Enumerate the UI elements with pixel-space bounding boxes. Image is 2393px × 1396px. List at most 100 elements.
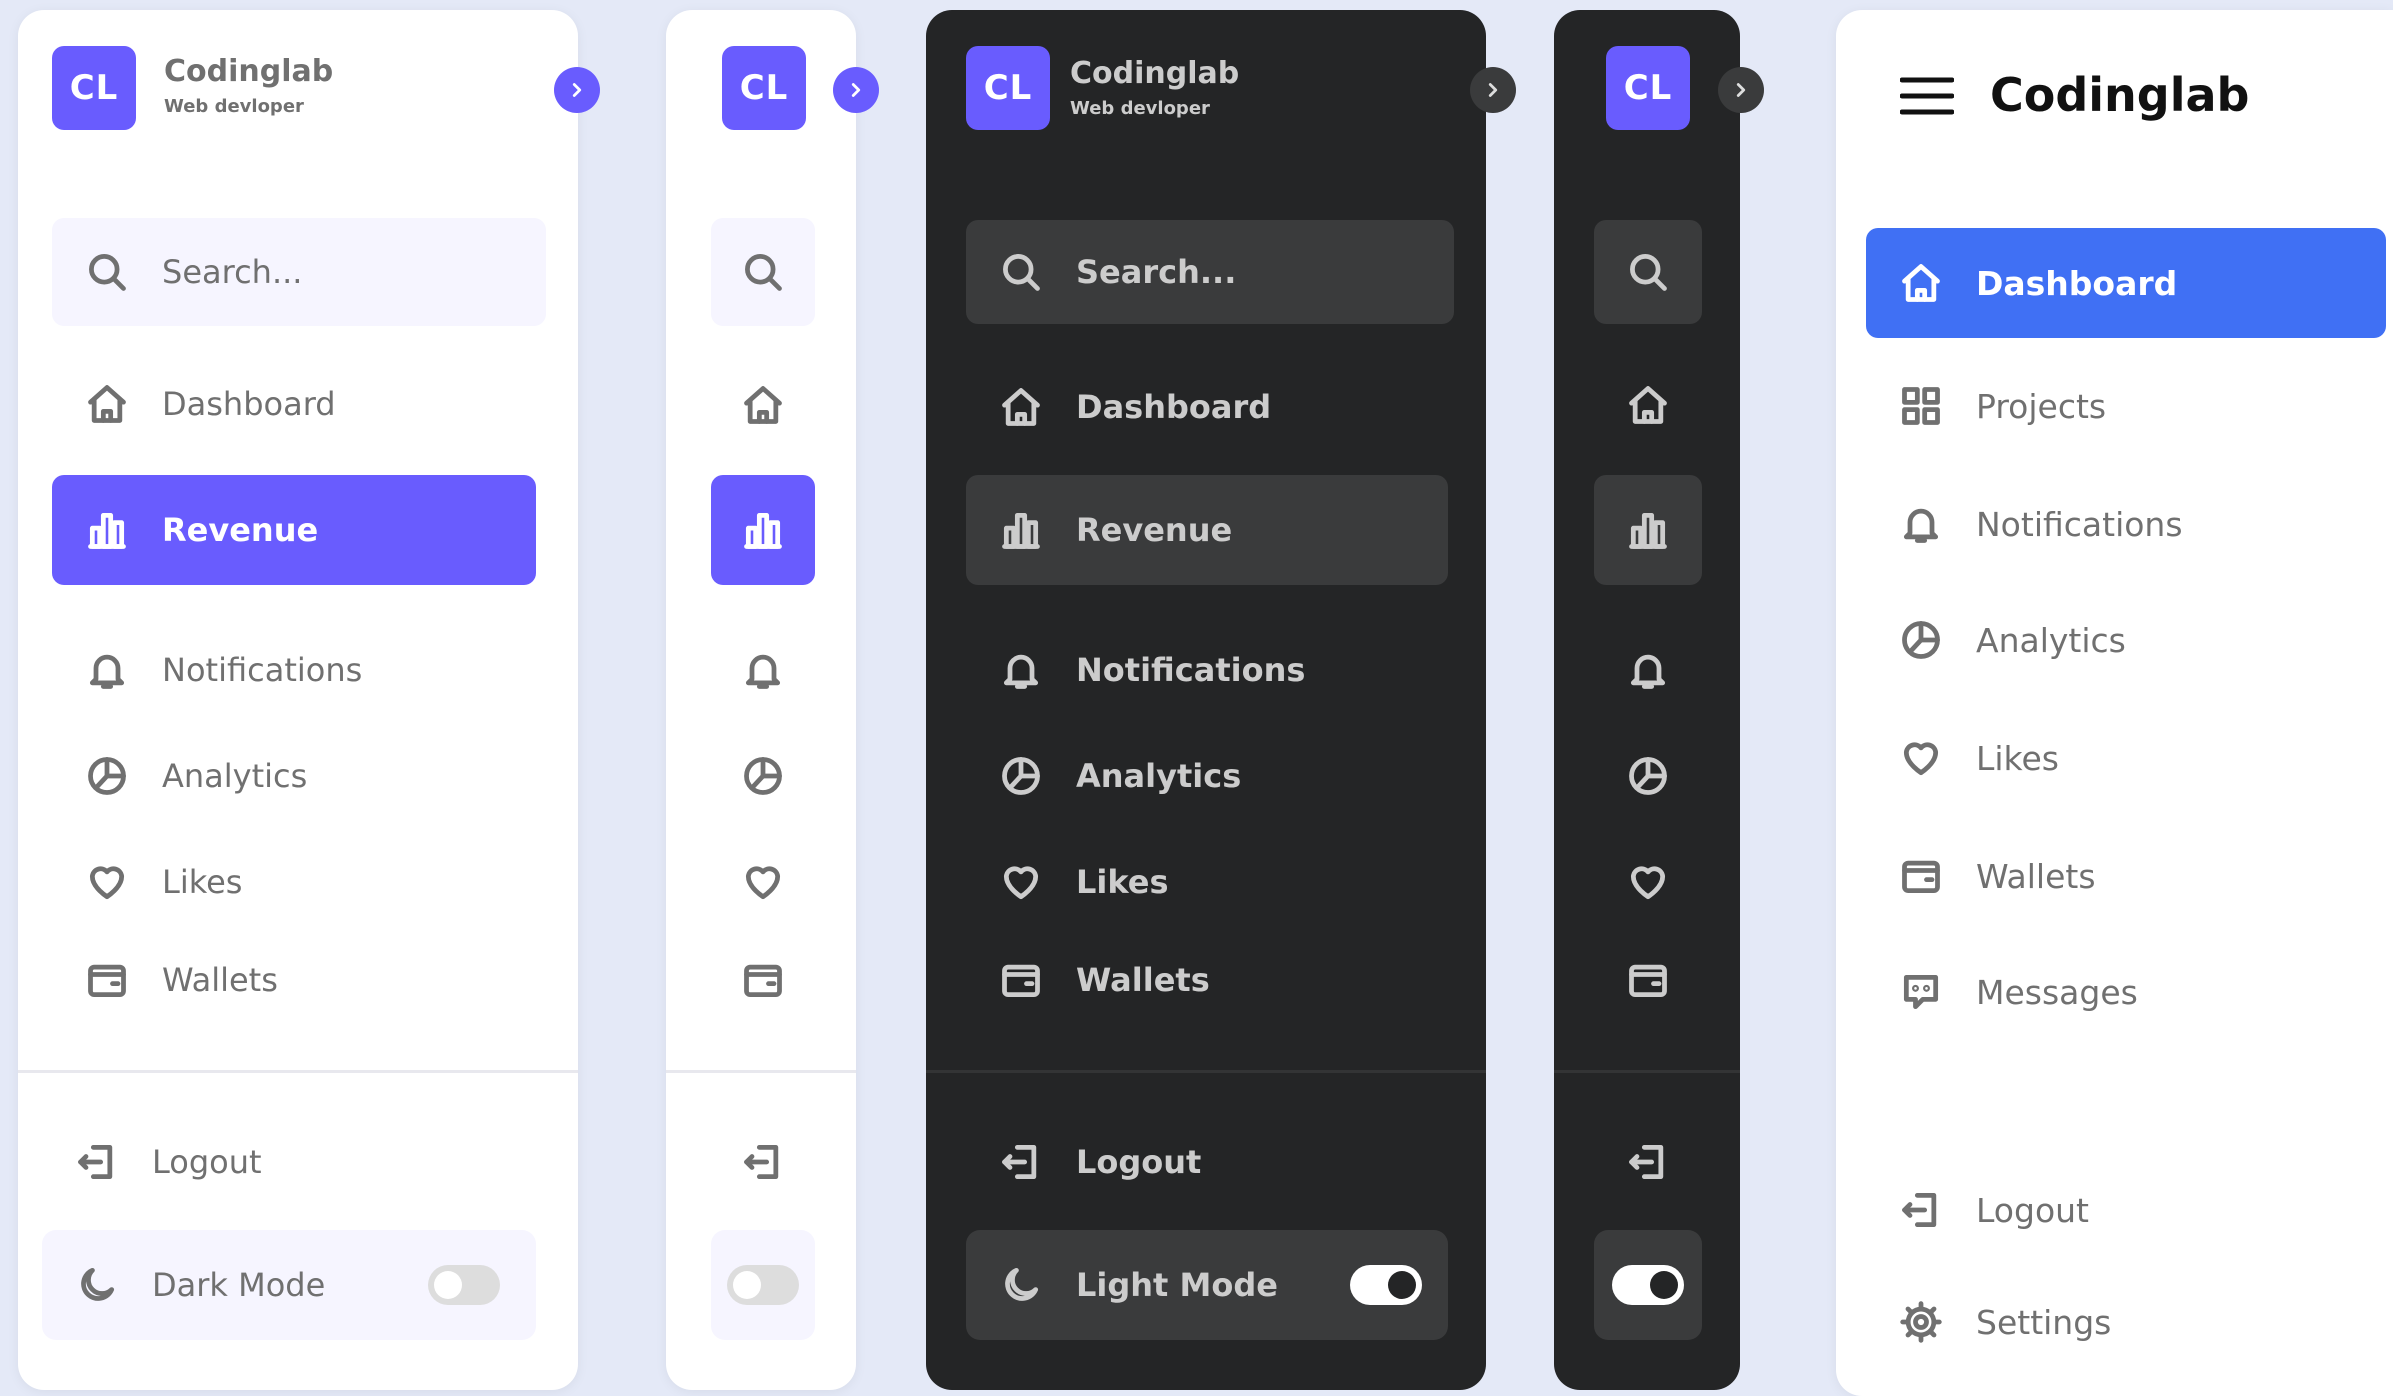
nav-revenue[interactable]: Revenue: [52, 475, 536, 585]
nav-revenue[interactable]: [711, 475, 815, 585]
nav-analytics[interactable]: [1594, 726, 1702, 826]
moon-icon: [42, 1263, 152, 1307]
light-mode-row[interactable]: Light Mode: [966, 1230, 1448, 1340]
light-mode-row[interactable]: [1594, 1230, 1702, 1340]
brand-subtitle: Web devloper: [164, 96, 304, 117]
bell-icon: [711, 648, 815, 692]
search-box[interactable]: [711, 218, 815, 326]
dark-mode-row[interactable]: [711, 1230, 815, 1340]
search-icon: [966, 250, 1076, 294]
brand-logo[interactable]: CL: [966, 46, 1050, 130]
logout-icon: [711, 1140, 815, 1184]
nav-dashboard[interactable]: Dashboard: [1866, 228, 2386, 338]
nav-dashboard[interactable]: [711, 355, 815, 455]
light-mode-toggle[interactable]: [1612, 1265, 1684, 1305]
nav-analytics[interactable]: Analytics: [1866, 590, 2386, 690]
nav-likes-label: Likes: [1976, 738, 2059, 778]
collapse-toggle-button[interactable]: [554, 67, 600, 113]
nav-likes[interactable]: Likes: [1866, 708, 2386, 808]
chevron-right-icon: [1736, 83, 1746, 97]
dark-mode-row[interactable]: Dark Mode: [42, 1230, 536, 1340]
nav-notifications[interactable]: Notifications: [52, 620, 546, 720]
nav-notifications-label: Notifications: [1976, 504, 2183, 544]
nav-wallets[interactable]: [1594, 930, 1702, 1030]
home-icon: [711, 383, 815, 427]
heart-icon: [711, 860, 815, 904]
nav-dashboard[interactable]: [1594, 355, 1702, 455]
nav-notifications[interactable]: [711, 620, 815, 720]
nav-projects[interactable]: Projects: [1866, 356, 2386, 456]
nav-notifications[interactable]: [1594, 620, 1702, 720]
nav-likes-label: Likes: [1076, 863, 1169, 901]
wallet-icon: [966, 958, 1076, 1002]
chevron-right-icon: [1488, 83, 1498, 97]
brand-name: Codinglab: [1070, 56, 1240, 91]
search-box[interactable]: [1594, 220, 1702, 324]
brand-logo[interactable]: CL: [1606, 46, 1690, 130]
nav-wallets[interactable]: Wallets: [1866, 826, 2386, 926]
wallet-icon: [1594, 958, 1702, 1002]
brand-subtitle: Web devloper: [1070, 98, 1210, 119]
nav-analytics[interactable]: Analytics: [966, 726, 1454, 826]
expand-toggle-button[interactable]: [1718, 67, 1764, 113]
nav-likes[interactable]: [711, 832, 815, 932]
nav-notifications-label: Notifications: [162, 651, 363, 689]
logout-icon: [966, 1140, 1076, 1184]
nav-notifications-label: Notifications: [1076, 651, 1306, 689]
logout-button[interactable]: Logout: [42, 1112, 536, 1212]
nav-wallets[interactable]: Wallets: [966, 930, 1454, 1030]
home-icon: [1866, 261, 1976, 305]
nav-messages[interactable]: Messages: [1866, 942, 2386, 1042]
logout-button[interactable]: [1594, 1112, 1702, 1212]
sidebar-light-collapsed: CL: [666, 10, 856, 1390]
settings-button[interactable]: Settings: [1866, 1272, 2386, 1372]
nav-analytics[interactable]: [711, 726, 815, 826]
nav-dashboard-label: Dashboard: [162, 385, 336, 423]
logout-label: Logout: [1976, 1190, 2089, 1230]
brand-logo[interactable]: CL: [722, 46, 806, 130]
logout-button[interactable]: [711, 1112, 815, 1212]
logout-button[interactable]: Logout: [1866, 1160, 2386, 1260]
nav-notifications[interactable]: Notifications: [966, 620, 1454, 720]
light-mode-toggle[interactable]: [1350, 1265, 1422, 1305]
sidebar-nav-alt: Codinglab Dashboard Projects Notificatio…: [1836, 10, 2393, 1396]
nav-title: Codinglab: [1990, 68, 2250, 122]
search-placeholder[interactable]: Search...: [162, 253, 302, 291]
search-icon: [1594, 250, 1702, 294]
brand-logo[interactable]: CL: [52, 46, 136, 130]
nav-dashboard[interactable]: Dashboard: [52, 350, 546, 458]
nav-dashboard-label: Dashboard: [1976, 263, 2178, 303]
nav-dashboard[interactable]: Dashboard: [966, 355, 1454, 459]
moon-icon: [966, 1263, 1076, 1307]
bell-icon: [1594, 648, 1702, 692]
message-icon: [1866, 970, 1976, 1014]
nav-wallets[interactable]: Wallets: [52, 930, 546, 1030]
nav-analytics[interactable]: Analytics: [52, 726, 546, 826]
nav-analytics-label: Analytics: [1976, 620, 2126, 660]
nav-revenue[interactable]: Revenue: [966, 475, 1448, 585]
pie-chart-icon: [966, 754, 1076, 798]
nav-analytics-label: Analytics: [1076, 757, 1242, 795]
collapse-toggle-button[interactable]: [1470, 67, 1516, 113]
logout-icon: [1594, 1140, 1702, 1184]
divider: [18, 1070, 578, 1073]
search-box[interactable]: Search...: [52, 218, 546, 326]
heart-icon: [966, 860, 1076, 904]
expand-toggle-button[interactable]: [833, 67, 879, 113]
bar-chart-icon: [711, 508, 815, 552]
nav-revenue[interactable]: [1594, 475, 1702, 585]
bell-icon: [1866, 502, 1976, 546]
search-box[interactable]: Search...: [966, 220, 1454, 324]
dark-mode-toggle[interactable]: [727, 1265, 799, 1305]
search-placeholder[interactable]: Search...: [1076, 253, 1236, 291]
heart-icon: [1866, 736, 1976, 780]
hamburger-menu-icon[interactable]: [1899, 76, 1955, 116]
logout-button[interactable]: Logout: [966, 1112, 1454, 1212]
nav-projects-label: Projects: [1976, 386, 2107, 426]
nav-wallets[interactable]: [711, 930, 815, 1030]
nav-likes[interactable]: Likes: [52, 832, 546, 932]
nav-likes[interactable]: Likes: [966, 832, 1454, 932]
nav-notifications[interactable]: Notifications: [1866, 474, 2386, 574]
nav-likes[interactable]: [1594, 832, 1702, 932]
dark-mode-toggle[interactable]: [428, 1265, 500, 1305]
